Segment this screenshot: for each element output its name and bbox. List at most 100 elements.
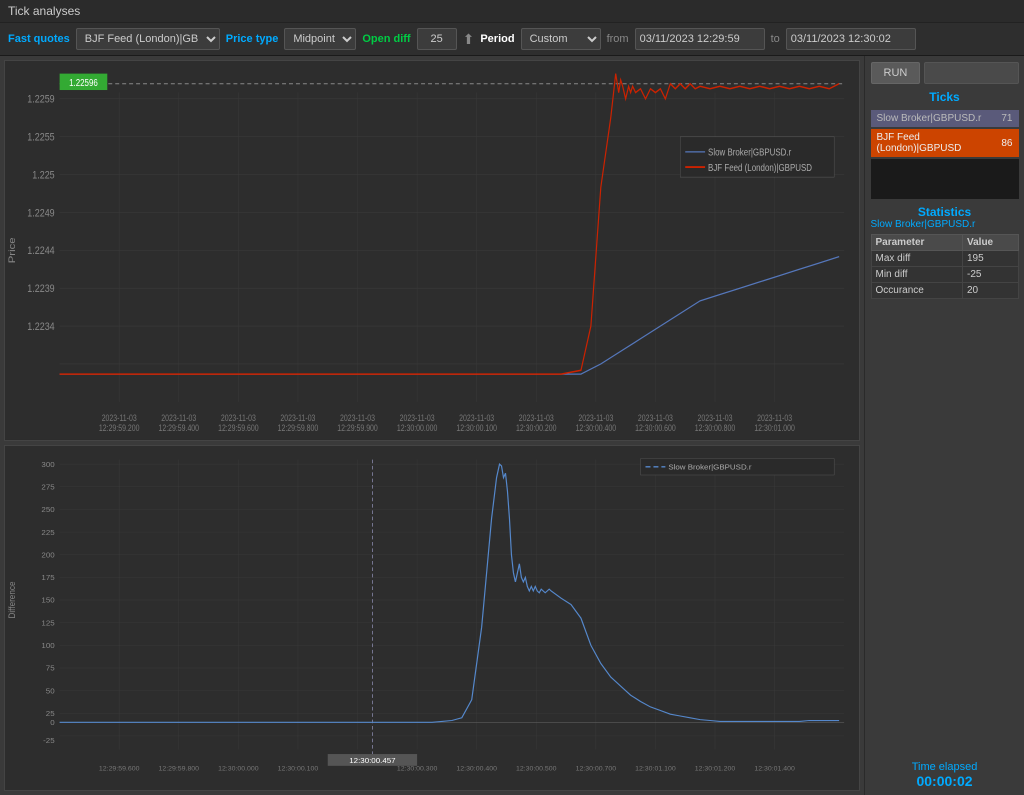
price-type-select[interactable]: Midpoint Bid Ask [284,28,356,50]
svg-text:2023-11-03: 2023-11-03 [400,413,435,423]
svg-text:12:30:01.100: 12:30:01.100 [635,765,676,772]
from-label: from [607,33,629,45]
svg-text:12:29:59.400: 12:29:59.400 [159,423,200,433]
svg-text:12:30:01.000: 12:30:01.000 [754,423,795,433]
svg-text:2023-11-03: 2023-11-03 [638,413,673,423]
svg-text:50: 50 [46,686,55,695]
lower-chart[interactable]: 300 275 250 225 200 175 150 125 100 75 5… [4,445,860,791]
main-layout: 1.22596 1.2259 1.2255 1.225 1.2249 1.224… [0,56,1024,795]
stats-param-maxdiff: Max diff [871,251,962,267]
time-elapsed-section: Time elapsed 00:00:02 [912,761,978,789]
statistics-subtitle: Slow Broker|GBPUSD.r [871,219,1019,230]
svg-text:225: 225 [41,528,54,537]
svg-text:12:30:00.700: 12:30:00.700 [576,765,617,772]
period-label: Period [480,33,514,45]
svg-text:BJF Feed (London)|GBPUSD: BJF Feed (London)|GBPUSD [708,162,812,173]
svg-text:150: 150 [41,596,54,605]
svg-text:2023-11-03: 2023-11-03 [102,413,137,423]
svg-text:Slow Broker|GBPUSD.r: Slow Broker|GBPUSD.r [708,147,791,158]
secondary-button[interactable] [924,62,1018,84]
svg-text:2023-11-03: 2023-11-03 [340,413,375,423]
svg-text:12:30:00.400: 12:30:00.400 [576,423,617,433]
svg-text:175: 175 [41,573,54,582]
svg-text:250: 250 [41,505,54,514]
svg-text:12:30:00.100: 12:30:00.100 [278,765,319,772]
time-elapsed-label: Time elapsed [912,761,978,773]
period-select[interactable]: Custom 1D 1W [521,28,601,50]
feed-select[interactable]: BJF Feed (London)|GB [76,28,220,50]
svg-text:12:30:00.000: 12:30:00.000 [397,423,438,433]
svg-text:2023-11-03: 2023-11-03 [161,413,196,423]
svg-text:12:30:01.400: 12:30:01.400 [754,765,795,772]
svg-text:12:30:00.457: 12:30:00.457 [349,756,395,765]
fast-quotes-label: Fast quotes [8,33,70,45]
svg-text:Difference: Difference [7,581,17,618]
svg-text:1.2239: 1.2239 [27,283,55,295]
svg-text:12:29:59.600: 12:29:59.600 [99,765,140,772]
svg-text:1.22596: 1.22596 [69,77,98,88]
stats-param-occurance: Occurance [871,283,962,299]
svg-text:12:29:59.800: 12:29:59.800 [159,765,200,772]
to-label: to [771,33,780,45]
open-diff-input[interactable] [417,28,457,50]
svg-text:25: 25 [46,709,55,718]
ticks-bjf-value: 86 [1001,138,1012,149]
svg-text:1.2255: 1.2255 [27,132,55,144]
svg-text:275: 275 [41,483,54,492]
toolbar: Fast quotes BJF Feed (London)|GB Price t… [0,23,1024,56]
open-diff-label: Open diff [362,33,410,45]
stats-value-mindiff: -25 [962,267,1018,283]
svg-text:2023-11-03: 2023-11-03 [221,413,256,423]
svg-text:12:29:59.200: 12:29:59.200 [99,423,140,433]
open-diff-spinner[interactable]: ⬆ [463,31,475,48]
upper-chart[interactable]: 1.22596 1.2259 1.2255 1.225 1.2249 1.224… [4,60,860,441]
stats-row-maxdiff: Max diff 195 [871,251,1018,267]
stats-row-occurance: Occurance 20 [871,283,1018,299]
svg-text:200: 200 [41,550,54,559]
ticks-bar-bjf[interactable]: BJF Feed (London)|GBPUSD 86 [871,129,1019,157]
svg-text:0: 0 [50,718,54,727]
stats-header-param: Parameter [871,235,962,251]
run-button[interactable]: RUN [871,62,921,84]
svg-text:300: 300 [41,460,54,469]
ticks-title: Ticks [871,90,1019,104]
stats-value-maxdiff: 195 [962,251,1018,267]
svg-text:12:29:59.900: 12:29:59.900 [337,423,378,433]
ticks-bar-slow[interactable]: Slow Broker|GBPUSD.r 71 [871,110,1019,127]
svg-text:-25: -25 [43,736,54,745]
ticks-bjf-label: BJF Feed (London)|GBPUSD [877,132,1002,154]
upper-chart-svg: 1.22596 1.2259 1.2255 1.225 1.2249 1.224… [5,61,859,440]
title-bar: Tick analyses [0,0,1024,23]
statistics-section: Statistics Slow Broker|GBPUSD.r Paramete… [871,205,1019,299]
ticks-black-area [871,159,1019,199]
svg-text:125: 125 [41,618,54,627]
svg-text:12:30:00.100: 12:30:00.100 [456,423,497,433]
svg-text:2023-11-03: 2023-11-03 [698,413,733,423]
time-elapsed-value: 00:00:02 [912,773,978,789]
ticks-slow-value: 71 [1001,113,1012,124]
svg-text:1.2259: 1.2259 [27,94,55,106]
stats-row-mindiff: Min diff -25 [871,267,1018,283]
statistics-title: Statistics [871,205,1019,219]
svg-text:100: 100 [41,641,54,650]
price-type-label: Price type [226,33,279,45]
svg-text:12:29:59.800: 12:29:59.800 [278,423,319,433]
stats-value-occurance: 20 [962,283,1018,299]
svg-text:1.225: 1.225 [32,170,55,182]
ticks-section: Ticks Slow Broker|GBPUSD.r 71 BJF Feed (… [871,90,1019,199]
svg-text:1.2234: 1.2234 [27,321,55,333]
from-date-input[interactable] [635,28,765,50]
svg-text:12:30:00.600: 12:30:00.600 [635,423,676,433]
run-button-row: RUN [871,62,1019,84]
svg-text:12:30:00.800: 12:30:00.800 [695,423,736,433]
lower-chart-svg: 300 275 250 225 200 175 150 125 100 75 5… [5,446,859,790]
to-date-input[interactable] [786,28,916,50]
svg-text:12:30:00.200: 12:30:00.200 [516,423,557,433]
ticks-slow-label: Slow Broker|GBPUSD.r [877,113,982,124]
svg-text:12:29:59.600: 12:29:59.600 [218,423,259,433]
svg-text:2023-11-03: 2023-11-03 [757,413,792,423]
svg-text:2023-11-03: 2023-11-03 [578,413,613,423]
svg-text:12:30:00.300: 12:30:00.300 [397,765,438,772]
svg-text:2023-11-03: 2023-11-03 [519,413,554,423]
svg-text:2023-11-03: 2023-11-03 [280,413,315,423]
